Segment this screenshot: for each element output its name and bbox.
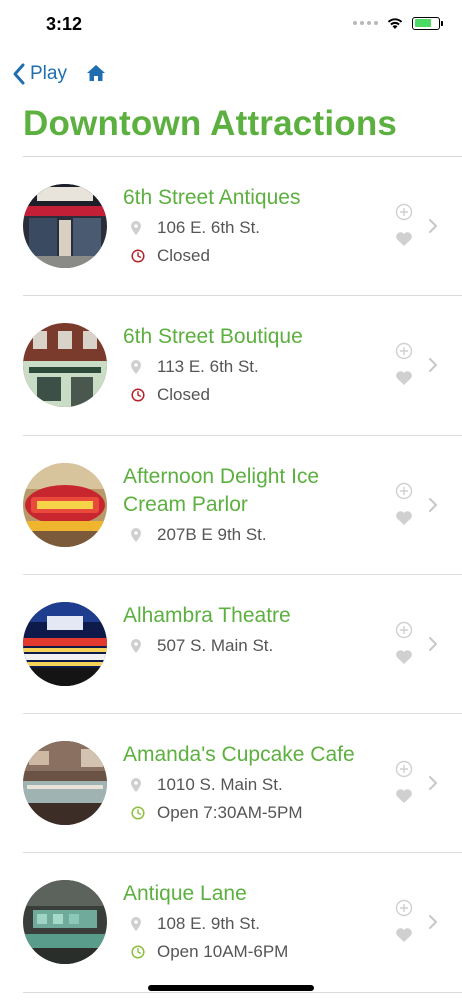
- chevron-right-icon[interactable]: [427, 774, 439, 792]
- item-address: 106 E. 6th St.: [157, 218, 261, 237]
- map-pin-icon: [131, 917, 141, 932]
- status-bar: 3:12: [0, 0, 462, 48]
- battery-icon: [412, 16, 443, 30]
- heart-icon[interactable]: [395, 510, 413, 526]
- clock-icon: [131, 249, 145, 263]
- item-info: Afternoon Delight Ice Cream Parlor 207B …: [123, 463, 363, 549]
- heart-icon[interactable]: [395, 927, 413, 943]
- page-title: Downtown Attractions: [23, 104, 398, 143]
- item-hours: Closed: [157, 246, 210, 265]
- plus-circle-icon[interactable]: [395, 899, 413, 917]
- attraction-photo: [23, 880, 107, 965]
- attraction-photo: [23, 462, 107, 547]
- item-hours: Open 7:30AM-5PM: [157, 803, 303, 823]
- heart-icon[interactable]: [395, 370, 413, 386]
- item-info: 6th Street Boutique 113 E. 6th St. Close…: [123, 323, 363, 409]
- item-address: 1010 S. Main St.: [157, 775, 283, 795]
- clock-icon: [131, 388, 145, 402]
- address-row: 106 E. 6th St.: [123, 214, 363, 242]
- attraction-photo: [23, 323, 107, 408]
- item-address: 108 E. 9th St.: [157, 914, 261, 934]
- list-item[interactable]: 6th Street Boutique 113 E. 6th St. Close…: [23, 296, 462, 436]
- nav-bar: Play: [0, 58, 462, 92]
- item-address: 113 E. 6th St.: [157, 357, 259, 377]
- item-hours: Closed: [157, 385, 210, 405]
- wifi-icon: [387, 18, 403, 29]
- signal-icon: [353, 21, 378, 25]
- list-item[interactable]: Antique Lane 108 E. 9th St. Open 10AM-6P…: [23, 853, 462, 993]
- chevron-right-icon[interactable]: [427, 913, 439, 931]
- address-row: 507 S. Main St.: [123, 632, 363, 660]
- hours-row: Open 7:30AM-5PM: [123, 799, 363, 827]
- heart-icon[interactable]: [395, 649, 413, 665]
- attractions-list: 6th Street Antiques 106 E. 6th St. Close…: [23, 157, 462, 993]
- item-info: Alhambra Theatre 507 S. Main St.: [123, 602, 363, 660]
- chevron-right-icon[interactable]: [427, 635, 439, 653]
- item-hours: Open 10AM-6PM: [157, 942, 289, 962]
- back-button[interactable]: Play: [12, 62, 67, 86]
- chevron-right-icon[interactable]: [427, 217, 439, 235]
- list-item[interactable]: Afternoon Delight Ice Cream Parlor 207B …: [23, 436, 462, 575]
- item-name: Afternoon Delight Ice Cream Parlor: [123, 464, 320, 516]
- attraction-photo: [23, 601, 107, 686]
- item-name: 6th Street Antiques: [123, 186, 301, 209]
- status-time: 3:12: [46, 14, 83, 34]
- plus-circle-icon[interactable]: [395, 203, 413, 221]
- hours-row: Closed: [123, 381, 363, 409]
- item-info: Amanda's Cupcake Cafe 1010 S. Main St. O…: [123, 741, 363, 827]
- item-name: Antique Lane: [123, 882, 247, 906]
- item-name: 6th Street Boutique: [123, 325, 303, 349]
- map-pin-icon: [131, 527, 141, 542]
- list-item[interactable]: Alhambra Theatre 507 S. Main St.: [23, 575, 462, 715]
- map-pin-icon: [131, 778, 141, 793]
- item-info: 6th Street Antiques 106 E. 6th St. Close…: [123, 184, 363, 270]
- address-row: 108 E. 9th St.: [123, 910, 363, 938]
- map-pin-icon: [131, 638, 141, 653]
- address-row: 207B E 9th St.: [123, 521, 363, 549]
- plus-circle-icon[interactable]: [395, 482, 413, 500]
- hours-row: Closed: [123, 242, 363, 270]
- back-label: Play: [30, 63, 67, 84]
- heart-icon[interactable]: [395, 788, 413, 804]
- map-pin-icon: [131, 360, 141, 375]
- plus-circle-icon[interactable]: [395, 621, 413, 639]
- address-row: 1010 S. Main St.: [123, 771, 363, 799]
- item-address: 207B E 9th St.: [157, 524, 267, 544]
- chevron-left-icon: [13, 63, 25, 85]
- plus-circle-icon[interactable]: [395, 342, 413, 360]
- chevron-right-icon[interactable]: [427, 496, 439, 514]
- hours-row: Open 10AM-6PM: [123, 938, 363, 966]
- address-row: 113 E. 6th St.: [123, 353, 363, 381]
- list-item[interactable]: Amanda's Cupcake Cafe 1010 S. Main St. O…: [23, 714, 462, 854]
- plus-circle-icon[interactable]: [395, 760, 413, 778]
- heart-icon[interactable]: [395, 231, 413, 247]
- attraction-photo: [23, 741, 107, 826]
- attraction-photo: [23, 184, 107, 268]
- list-item[interactable]: 6th Street Antiques 106 E. 6th St. Close…: [23, 157, 462, 297]
- status-icons: [353, 16, 443, 30]
- item-name: Alhambra Theatre: [123, 603, 291, 627]
- chevron-right-icon[interactable]: [427, 356, 439, 374]
- home-icon[interactable]: [86, 64, 106, 82]
- home-indicator[interactable]: [148, 985, 314, 991]
- map-pin-icon: [131, 221, 141, 235]
- item-address: 507 S. Main St.: [157, 635, 274, 655]
- item-name: Amanda's Cupcake Cafe: [123, 743, 355, 767]
- clock-icon: [131, 945, 145, 960]
- item-info: Antique Lane 108 E. 9th St. Open 10AM-6P…: [123, 880, 363, 966]
- clock-icon: [131, 806, 145, 820]
